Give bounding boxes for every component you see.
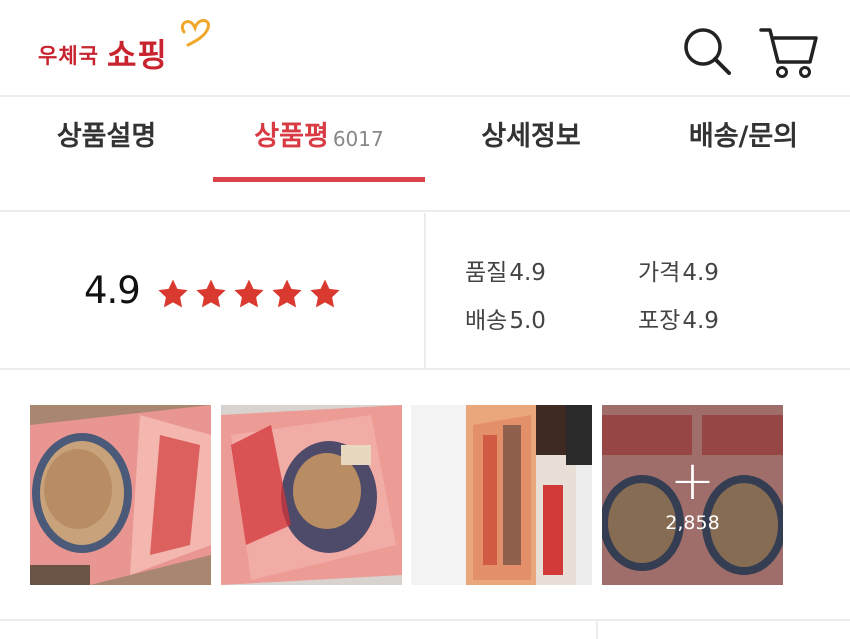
delivery-rating: 배송5.0	[465, 301, 546, 335]
logo[interactable]: 우체국 쇼핑	[38, 19, 210, 78]
quality-label: 품질	[465, 260, 508, 286]
review-photo-image	[221, 405, 402, 585]
quality-value: 4.9	[509, 260, 546, 286]
price-rating: 가격4.9	[638, 253, 719, 287]
tab-details[interactable]: 상세정보	[425, 99, 637, 212]
price-label: 가격	[638, 260, 681, 286]
review-photo-image	[30, 405, 211, 585]
star-icon	[196, 279, 226, 308]
plus-icon: +	[669, 449, 716, 512]
review-photo[interactable]	[411, 405, 592, 585]
logo-text-small: 우체국	[38, 44, 99, 68]
rating-divider	[424, 213, 426, 370]
review-photos: + 2,858	[0, 371, 850, 619]
tab-label: 상품설명	[56, 121, 157, 152]
logo-text-big: 쇼핑	[106, 36, 168, 74]
delivery-value: 5.0	[509, 308, 546, 334]
heart-icon	[180, 19, 210, 47]
tab-label: 상세정보	[481, 121, 581, 152]
quality-rating: 품질4.9	[465, 253, 546, 287]
star-icon	[234, 279, 264, 308]
divider	[0, 619, 850, 621]
review-photo-image	[411, 405, 592, 585]
cart-button[interactable]	[758, 22, 818, 80]
more-photos[interactable]: + 2,858	[602, 405, 783, 585]
active-tab-indicator	[213, 177, 425, 182]
star-icon	[310, 279, 340, 308]
tab-shipping-inquiry[interactable]: 배송/문의	[637, 99, 850, 212]
divider	[596, 621, 598, 639]
review-count: 6017	[332, 127, 384, 151]
more-photos-overlay: + 2,858	[602, 405, 783, 585]
rating-summary: 4.9 품질4.9 가격4.9 배송5.0 포장4.9	[0, 213, 850, 370]
cart-icon	[759, 28, 818, 78]
search-icon	[684, 28, 731, 75]
review-photo[interactable]	[30, 405, 211, 585]
header: 우체국 쇼핑	[0, 0, 850, 97]
delivery-label: 배송	[465, 308, 508, 334]
packing-label: 포장	[638, 308, 681, 334]
tab-bar: 상품설명 상품평 6017 상세정보 배송/문의	[0, 99, 850, 212]
price-value: 4.9	[682, 260, 719, 286]
tab-label: 배송/문의	[688, 121, 799, 152]
more-photos-count: 2,858	[665, 512, 720, 534]
star-icon	[158, 279, 188, 308]
tab-description[interactable]: 상품설명	[0, 99, 213, 212]
review-photo[interactable]	[221, 405, 402, 585]
packing-rating: 포장4.9	[638, 301, 719, 335]
search-button[interactable]	[678, 22, 736, 80]
star-icon	[272, 279, 302, 308]
average-rating: 4.9	[84, 269, 141, 312]
tab-reviews[interactable]: 상품평 6017	[213, 99, 425, 212]
star-rating	[156, 277, 342, 311]
packing-value: 4.9	[682, 308, 719, 334]
tab-label: 상품평	[254, 121, 329, 152]
